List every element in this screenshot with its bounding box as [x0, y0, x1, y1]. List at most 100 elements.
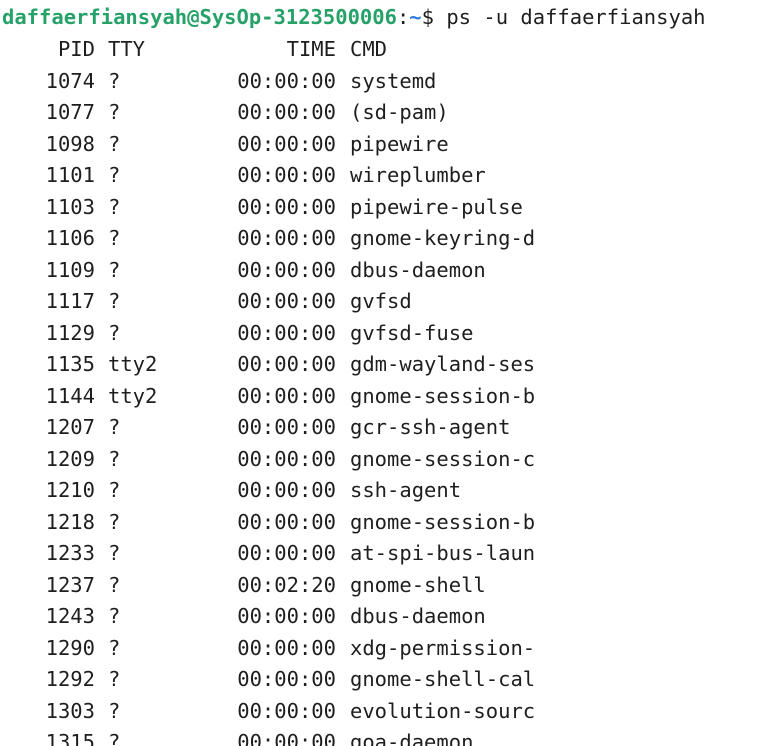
- process-pid: 1106: [45, 226, 95, 250]
- process-time: 00:00:00: [237, 257, 336, 282]
- table-row: 1109? 00:00:00 dbus-daemon: [0, 255, 777, 287]
- table-row: 1290? 00:00:00 xdg-permission-: [0, 633, 777, 665]
- process-pid: 1129: [45, 320, 95, 345]
- process-tty: ?: [108, 320, 121, 345]
- process-tty: ?: [108, 478, 121, 502]
- process-time: 00:00:00: [237, 635, 336, 660]
- table-row: 1077? 00:00:00 (sd-pam): [0, 97, 777, 129]
- process-cmd: evolution-sourc: [350, 698, 536, 723]
- process-tty: ?: [108, 541, 121, 565]
- process-time: 00:00:00: [237, 541, 336, 565]
- process-pid: 1103: [45, 194, 95, 219]
- table-row: 1101? 00:00:00 wireplumber: [0, 160, 777, 192]
- process-cmd: gnome-shell-cal: [350, 667, 536, 691]
- process-time: 00:00:00: [237, 131, 336, 156]
- process-cmd: gnome-session-b: [350, 383, 536, 408]
- process-list: 1074? 00:00:00 systemd 1077? 00:00:00 (sd-pam…: [0, 66, 777, 746]
- process-cmd: gvfsd-fuse: [350, 320, 474, 345]
- process-pid: 1117: [45, 289, 95, 313]
- process-pid: 1135: [45, 352, 95, 376]
- process-tty: ?: [108, 163, 121, 187]
- table-row: 1233? 00:00:00 at-spi-bus-laun: [0, 538, 777, 570]
- table-row: 1315? 00:00:00 goa-daemon: [0, 727, 777, 746]
- process-pid: 1218: [45, 509, 95, 534]
- process-time: 00:00:00: [237, 100, 336, 124]
- process-tty: ?: [108, 698, 121, 723]
- process-tty: ?: [108, 415, 121, 439]
- process-cmd: systemd: [350, 68, 437, 93]
- process-cmd: at-spi-bus-laun: [350, 541, 536, 565]
- process-pid: 1237: [45, 572, 95, 597]
- entered-command: ps -u daffaerfiansyah: [446, 5, 706, 29]
- process-cmd: xdg-permission-: [350, 635, 536, 660]
- process-tty: ?: [108, 68, 121, 93]
- table-row: 1074? 00:00:00 systemd: [0, 66, 777, 98]
- process-tty: ?: [108, 131, 121, 156]
- process-time: 00:00:00: [237, 478, 336, 502]
- process-time: 00:00:00: [237, 352, 336, 376]
- process-tty: ?: [108, 509, 121, 534]
- prompt-symbol: $: [421, 5, 434, 29]
- header-pid: PID: [57, 37, 95, 61]
- process-cmd: goa-daemon: [350, 730, 474, 746]
- process-time: 00:00:00: [237, 698, 336, 723]
- process-time: 00:00:00: [237, 730, 336, 746]
- process-cmd: pipewire-pulse: [350, 194, 523, 219]
- table-row: 1117? 00:00:00 gvfsd: [0, 286, 777, 318]
- process-cmd: dbus-daemon: [350, 257, 486, 282]
- process-tty: ?: [108, 100, 121, 124]
- process-pid: 1303: [45, 698, 95, 723]
- process-pid: 1109: [45, 257, 95, 282]
- table-row: 1237? 00:02:20 gnome-shell: [0, 570, 777, 602]
- table-header: PID TTY TIME CMD: [0, 34, 777, 66]
- table-row: 1218? 00:00:00 gnome-session-b: [0, 507, 777, 539]
- header-cmd: CMD: [350, 37, 388, 61]
- table-row: 1207? 00:00:00 gcr-ssh-agent: [0, 412, 777, 444]
- process-tty: ?: [108, 289, 121, 313]
- process-pid: 1292: [45, 667, 95, 691]
- table-row: 1129? 00:00:00 gvfsd-fuse: [0, 318, 777, 350]
- process-cmd: dbus-daemon: [350, 604, 486, 628]
- process-pid: 1077: [45, 100, 95, 124]
- process-time: 00:02:20: [237, 572, 336, 597]
- process-tty: ?: [108, 257, 121, 282]
- prompt-path: ~: [409, 5, 422, 29]
- process-tty: ?: [108, 635, 121, 660]
- process-tty: tty2: [108, 352, 158, 376]
- header-time: TIME: [286, 37, 336, 61]
- process-cmd: wireplumber: [350, 163, 486, 187]
- prompt-line: daffaerfiansyah@SysOp-3123500006:~$ ps -…: [0, 0, 777, 34]
- process-time: 00:00:00: [237, 509, 336, 534]
- process-time: 00:00:00: [237, 383, 336, 408]
- process-pid: 1290: [45, 635, 95, 660]
- process-tty: tty2: [108, 383, 158, 408]
- process-pid: 1098: [45, 131, 95, 156]
- table-row: 1303? 00:00:00 evolution-sourc: [0, 696, 777, 728]
- process-pid: 1243: [45, 604, 95, 628]
- process-tty: ?: [108, 730, 121, 746]
- process-pid: 1144: [45, 383, 95, 408]
- process-cmd: ssh-agent: [350, 478, 462, 502]
- terminal-output[interactable]: daffaerfiansyah@SysOp-3123500006:~$ ps -…: [0, 0, 777, 746]
- process-time: 00:00:00: [237, 446, 336, 471]
- process-time: 00:00:00: [237, 604, 336, 628]
- prompt-user-host: daffaerfiansyah@SysOp-3123500006: [2, 5, 397, 29]
- table-row: 1210? 00:00:00 ssh-agent: [0, 475, 777, 507]
- process-time: 00:00:00: [237, 226, 336, 250]
- process-tty: ?: [108, 194, 121, 219]
- process-pid: 1210: [45, 478, 95, 502]
- process-time: 00:00:00: [237, 68, 336, 93]
- process-pid: 1101: [45, 163, 95, 187]
- process-time: 00:00:00: [237, 415, 336, 439]
- process-pid: 1207: [45, 415, 95, 439]
- process-time: 00:00:00: [237, 163, 336, 187]
- process-tty: ?: [108, 226, 121, 250]
- process-pid: 1074: [45, 68, 95, 93]
- process-cmd: gdm-wayland-ses: [350, 352, 536, 376]
- process-time: 00:00:00: [237, 289, 336, 313]
- table-row: 1144 tty2 00:00:00 gnome-session-b: [0, 381, 777, 413]
- process-tty: ?: [108, 446, 121, 471]
- process-cmd: (sd-pam): [350, 100, 449, 124]
- table-row: 1243? 00:00:00 dbus-daemon: [0, 601, 777, 633]
- process-tty: ?: [108, 572, 121, 597]
